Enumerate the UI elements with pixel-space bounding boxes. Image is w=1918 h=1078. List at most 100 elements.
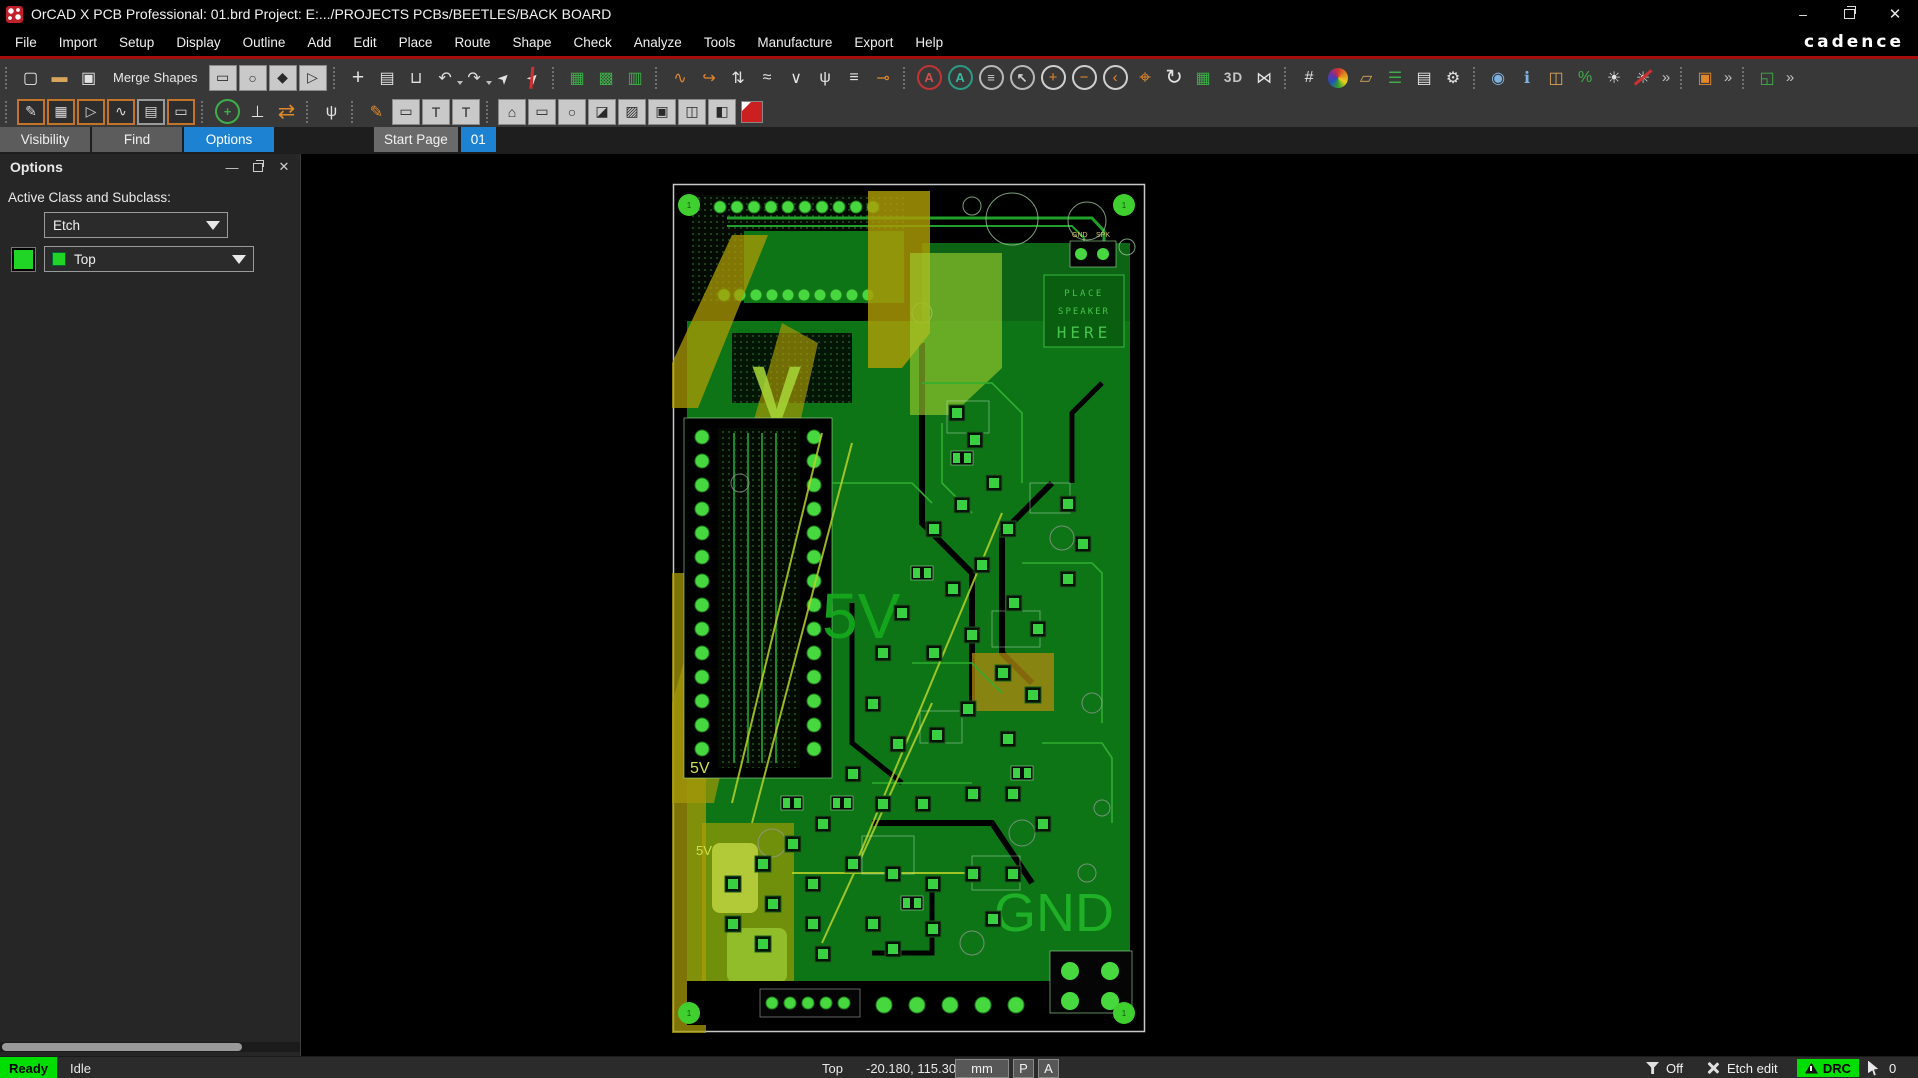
- doc-tab-start-page[interactable]: Start Page: [374, 127, 458, 152]
- menu-shape[interactable]: Shape: [501, 30, 562, 55]
- tab-visibility[interactable]: Visibility: [0, 127, 90, 152]
- subclass-color-swatch[interactable]: [12, 248, 35, 271]
- save-drawing-icon[interactable]: ▣: [75, 65, 102, 91]
- flip-design-icon[interactable]: ⋈: [1251, 65, 1278, 91]
- ripup-icon[interactable]: ⇅: [725, 65, 752, 91]
- menu-tools[interactable]: Tools: [693, 30, 747, 55]
- assign-shape-icon[interactable]: A: [948, 65, 973, 90]
- shape-dummy-icon[interactable]: ▣: [648, 99, 676, 125]
- view-3d-button[interactable]: 3D: [1219, 65, 1249, 91]
- swap-icon[interactable]: ⇄: [273, 99, 300, 125]
- shape-select-icon[interactable]: ▷: [299, 65, 327, 91]
- scripts-overflow-chevron[interactable]: »: [1721, 65, 1736, 91]
- shape-hatch-icon[interactable]: ▨: [618, 99, 646, 125]
- artwork-icon[interactable]: %: [1572, 65, 1599, 91]
- open-drawing-icon[interactable]: ▬: [46, 65, 73, 91]
- selection-filter-icon[interactable]: ▷: [77, 99, 105, 125]
- undo-icon[interactable]: ↶: [432, 65, 459, 91]
- vertex-icon[interactable]: ∨: [783, 65, 810, 91]
- shape-rect-mode-icon[interactable]: ▭: [528, 99, 556, 125]
- shape-circle-mode-icon[interactable]: ○: [558, 99, 586, 125]
- zoom-previous-icon[interactable]: ‹: [1103, 65, 1128, 90]
- unfix-icon[interactable]: ➤: [513, 59, 550, 96]
- add-connect-icon[interactable]: ∿: [667, 65, 694, 91]
- redo-icon[interactable]: ↷: [461, 65, 488, 91]
- parameters-icon[interactable]: ⚙: [1440, 65, 1467, 91]
- menu-edit[interactable]: Edit: [342, 30, 387, 55]
- probe-icon[interactable]: ψ: [318, 99, 345, 125]
- zoom-out-icon[interactable]: −: [1072, 65, 1097, 90]
- info-report-icon[interactable]: ℹ: [1514, 65, 1541, 91]
- spread-lines-icon[interactable]: ≡: [841, 65, 868, 91]
- measure-3d-icon[interactable]: ◫: [1543, 65, 1570, 91]
- zoom-in-icon[interactable]: +: [1041, 65, 1066, 90]
- layer-stack-icon[interactable]: ☰: [1382, 65, 1409, 91]
- menu-file[interactable]: File: [4, 30, 48, 55]
- move-icon[interactable]: +: [345, 65, 372, 91]
- menu-setup[interactable]: Setup: [108, 30, 165, 55]
- panel-minimize-button[interactable]: —: [224, 159, 240, 175]
- slide-icon[interactable]: ↪: [696, 65, 723, 91]
- edit-mode-status[interactable]: Etch edit: [1706, 1057, 1778, 1078]
- signal-waveform-icon[interactable]: ∿: [107, 99, 135, 125]
- edit-text-icon[interactable]: T: [452, 99, 480, 125]
- restore-button[interactable]: [1826, 0, 1872, 28]
- menu-check[interactable]: Check: [563, 30, 623, 55]
- reports-icon[interactable]: ▤: [1411, 65, 1438, 91]
- align-icon[interactable]: ⊥: [244, 99, 271, 125]
- ratsnest-icon[interactable]: ψ: [812, 65, 839, 91]
- panel-dock-button[interactable]: [250, 159, 266, 175]
- property-list-icon[interactable]: ≡: [979, 65, 1004, 90]
- board-view-icon[interactable]: ▦: [1190, 65, 1217, 91]
- place-component-icon[interactable]: ▩: [593, 65, 620, 91]
- more-overflow-chevron[interactable]: »: [1783, 65, 1798, 91]
- redraw-icon[interactable]: ↻: [1161, 65, 1188, 91]
- shape-half-icon[interactable]: ◧: [708, 99, 736, 125]
- menu-outline[interactable]: Outline: [232, 30, 297, 55]
- scripts-icon[interactable]: ▣: [1692, 65, 1719, 91]
- minimize-button[interactable]: –: [1780, 0, 1826, 28]
- scrollbar-thumb[interactable]: [2, 1043, 242, 1051]
- pick-mode-button[interactable]: P: [1013, 1059, 1034, 1078]
- assign-net-icon[interactable]: A: [917, 65, 942, 90]
- edit-properties-icon[interactable]: ✎: [17, 99, 45, 125]
- delay-tune-icon[interactable]: ≈: [754, 65, 781, 91]
- zoom-selection-icon[interactable]: ↖: [1010, 65, 1035, 90]
- zoom-net-icon[interactable]: +: [215, 99, 240, 124]
- menu-export[interactable]: Export: [843, 30, 904, 55]
- shadow-on-icon[interactable]: ☀: [1601, 65, 1628, 91]
- add-rect-icon[interactable]: ▭: [392, 99, 420, 125]
- shape-rectangle-icon[interactable]: ▭: [209, 65, 237, 91]
- panel-horizontal-scrollbar[interactable]: [0, 1042, 300, 1052]
- shape-polygon-icon[interactable]: ◆: [269, 65, 297, 91]
- shadow-off-icon[interactable]: ☀: [1630, 65, 1657, 91]
- shape-select-mode-icon[interactable]: ◪: [588, 99, 616, 125]
- toolbar-overflow-chevron[interactable]: »: [1659, 65, 1674, 91]
- menu-help[interactable]: Help: [904, 30, 954, 55]
- grid-toggle-icon[interactable]: #: [1296, 65, 1323, 91]
- doc-tab-01[interactable]: 01: [461, 127, 496, 152]
- design-canvas[interactable]: GND SPK: [301, 154, 1918, 1056]
- panel-close-button[interactable]: ✕: [276, 159, 292, 175]
- screen-copy-icon[interactable]: ▱: [1353, 65, 1380, 91]
- close-button[interactable]: ✕: [1872, 0, 1918, 28]
- drc-status-badge[interactable]: DRC: [1797, 1059, 1859, 1077]
- add-line-icon[interactable]: ✎: [363, 99, 390, 125]
- delete-icon[interactable]: ⊔: [403, 65, 430, 91]
- menu-import[interactable]: Import: [48, 30, 108, 55]
- tab-find[interactable]: Find: [92, 127, 182, 152]
- edit-component-icon[interactable]: ▦: [47, 99, 75, 125]
- menu-add[interactable]: Add: [296, 30, 342, 55]
- shape-circle-icon[interactable]: ○: [239, 65, 267, 91]
- menu-display[interactable]: Display: [165, 30, 231, 55]
- filter-status[interactable]: Off: [1646, 1057, 1683, 1078]
- copy-special-icon[interactable]: ▤: [137, 99, 165, 125]
- subclass-dropdown[interactable]: Top: [44, 246, 254, 272]
- menu-route[interactable]: Route: [443, 30, 501, 55]
- menu-manufacture[interactable]: Manufacture: [746, 30, 843, 55]
- zoom-fit-icon[interactable]: ⌖: [1132, 65, 1159, 91]
- add-text-icon[interactable]: T: [422, 99, 450, 125]
- shape-circle-box-icon[interactable]: ◫: [678, 99, 706, 125]
- class-dropdown[interactable]: Etch: [44, 212, 228, 238]
- add-via-icon[interactable]: ⊸: [870, 65, 897, 91]
